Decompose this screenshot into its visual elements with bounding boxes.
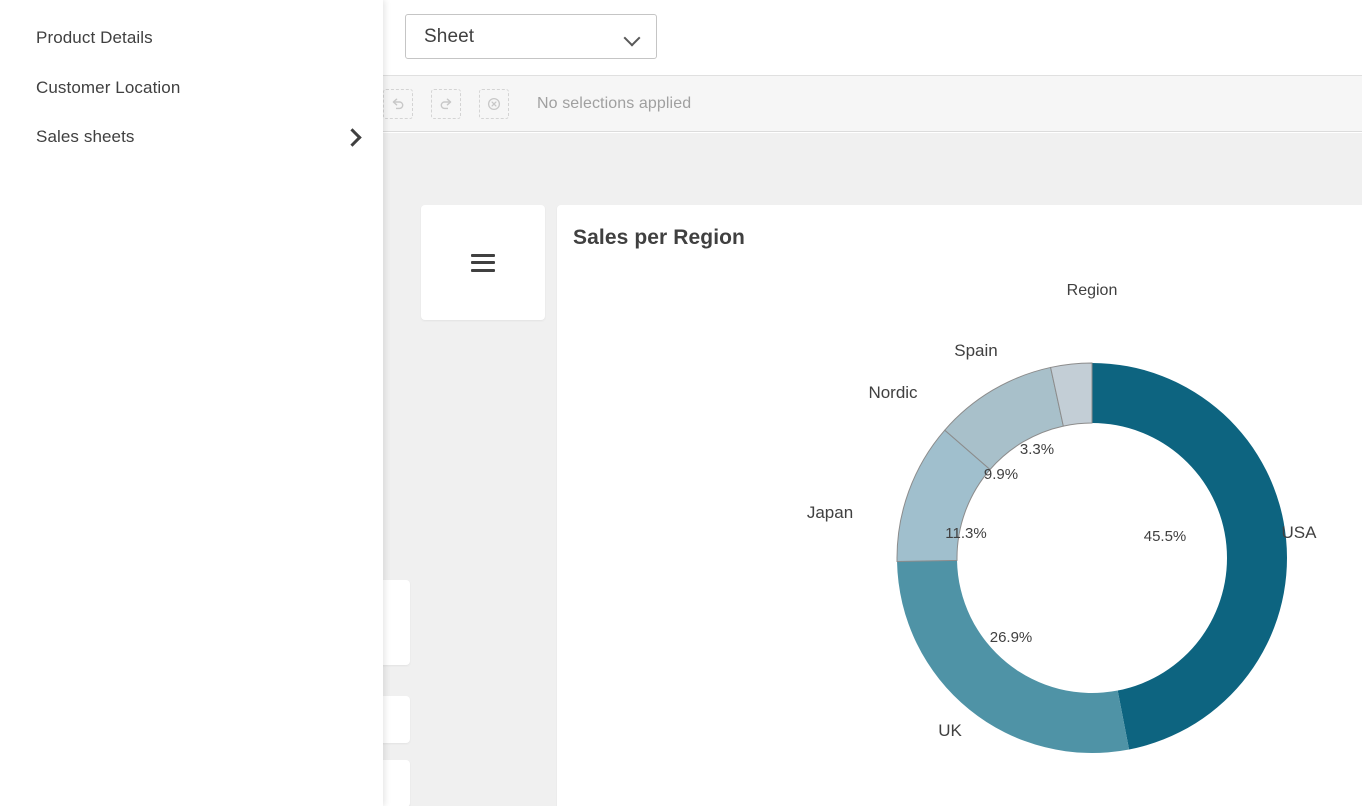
donut-chart[interactable]: Region USA UK Japan Nordic Spain 45.5% 26.9% 11.… bbox=[557, 205, 1362, 806]
donut-value-label-usa: 45.5% bbox=[1144, 528, 1187, 545]
donut-slice-label-uk: UK bbox=[938, 721, 962, 741]
undo-selection-button[interactable] bbox=[383, 89, 413, 119]
donut-value-label-japan: 11.3% bbox=[945, 525, 986, 542]
sheet-selector[interactable]: Sheet bbox=[405, 14, 657, 59]
chevron-down-icon bbox=[624, 28, 642, 46]
donut-slice-label-spain: Spain bbox=[954, 341, 997, 361]
chart-card[interactable]: Sales per Region RegionUSAUKJapanNordicS… bbox=[557, 205, 1362, 806]
donut-dimension-title: Region bbox=[1067, 282, 1118, 300]
donut-slice-label-nordic: Nordic bbox=[868, 383, 917, 403]
donut-slice-label-usa: USA bbox=[1282, 523, 1317, 543]
menu-item-product-details[interactable]: Product Details bbox=[0, 13, 383, 63]
redo-selection-button[interactable] bbox=[431, 89, 461, 119]
donut-value-label-spain: 3.3% bbox=[1020, 441, 1054, 458]
menu-item-sales-sheets[interactable]: Sales sheets bbox=[0, 112, 383, 162]
selection-status-text: No selections applied bbox=[537, 95, 691, 113]
donut-slice-uk[interactable] bbox=[897, 560, 1129, 753]
donut-slice-usa[interactable] bbox=[1092, 363, 1287, 749]
donut-value-label-uk: 26.9% bbox=[990, 629, 1033, 646]
menu-item-label: Product Details bbox=[36, 28, 359, 48]
donut-value-label-nordic: 9.9% bbox=[984, 466, 1018, 483]
undo-icon bbox=[390, 96, 406, 112]
donut-slice-label-japan: Japan bbox=[807, 503, 853, 523]
hamburger-menu-icon bbox=[471, 254, 495, 272]
object-menu-card[interactable] bbox=[421, 205, 545, 320]
menu-item-customer-location[interactable]: Customer Location bbox=[0, 63, 383, 113]
sheet-selector-value: Sheet bbox=[424, 26, 624, 48]
sheet-navigation-overlay[interactable]: Product Details Customer Location Sales sh… bbox=[0, 0, 383, 806]
chevron-right-icon bbox=[345, 128, 359, 146]
redo-icon bbox=[438, 96, 454, 112]
clear-circle-x-icon bbox=[486, 96, 502, 112]
menu-item-label: Sales sheets bbox=[36, 127, 345, 147]
donut-chart-svg[interactable] bbox=[557, 205, 1362, 806]
app-root: Sheet bbox=[0, 0, 1362, 806]
clear-selections-button[interactable] bbox=[479, 89, 509, 119]
menu-item-label: Customer Location bbox=[36, 78, 359, 98]
